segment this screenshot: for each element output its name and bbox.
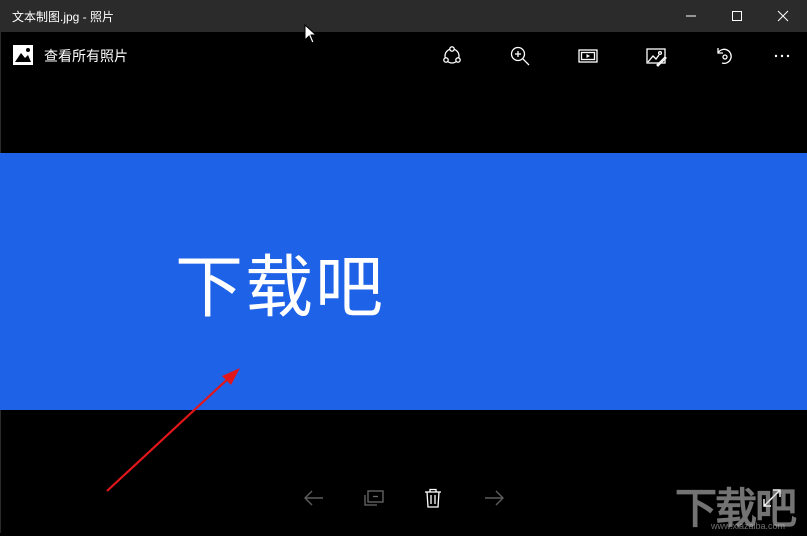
window-title: 文本制图.jpg - 照片 — [12, 10, 115, 24]
maximize-icon — [732, 11, 742, 21]
photo-text: 下载吧 — [175, 249, 386, 328]
edit-image-icon — [646, 48, 667, 67]
slideshow-button[interactable] — [570, 40, 606, 72]
add-to-album-button[interactable] — [356, 478, 392, 518]
slideshow-icon — [578, 49, 598, 63]
edit-button[interactable] — [638, 40, 674, 72]
rotate-icon — [717, 48, 732, 64]
view-all-photos-label: 查看所有照片 — [44, 48, 128, 64]
delete-button[interactable] — [415, 478, 451, 518]
watermark-url: www.xiazaiba.com — [711, 521, 786, 531]
share-button[interactable] — [434, 40, 470, 72]
close-icon — [777, 10, 789, 22]
photo-image — [0, 153, 807, 410]
app-bar: 查看所有照片 — [0, 32, 807, 80]
maximize-button[interactable] — [714, 0, 760, 32]
previous-icon — [304, 490, 323, 506]
photos-icon — [13, 45, 33, 65]
zoom-in-icon — [510, 46, 530, 66]
next-button[interactable] — [476, 478, 512, 518]
share-icon — [443, 46, 461, 64]
rotate-button[interactable] — [706, 40, 742, 72]
zoom-button[interactable] — [502, 40, 538, 72]
more-icon — [774, 54, 790, 58]
minimize-button[interactable] — [668, 0, 714, 32]
next-icon — [485, 490, 504, 506]
more-button[interactable] — [764, 40, 800, 72]
delete-icon — [425, 488, 441, 508]
title-bar: 文本制图.jpg - 照片 — [0, 0, 807, 44]
add-to-album-icon — [364, 490, 384, 506]
minimize-icon — [686, 15, 696, 17]
watermark-logo: 下载吧 www.xiazaiba.com — [671, 475, 807, 533]
close-button[interactable] — [760, 0, 806, 32]
previous-button[interactable] — [296, 478, 332, 518]
